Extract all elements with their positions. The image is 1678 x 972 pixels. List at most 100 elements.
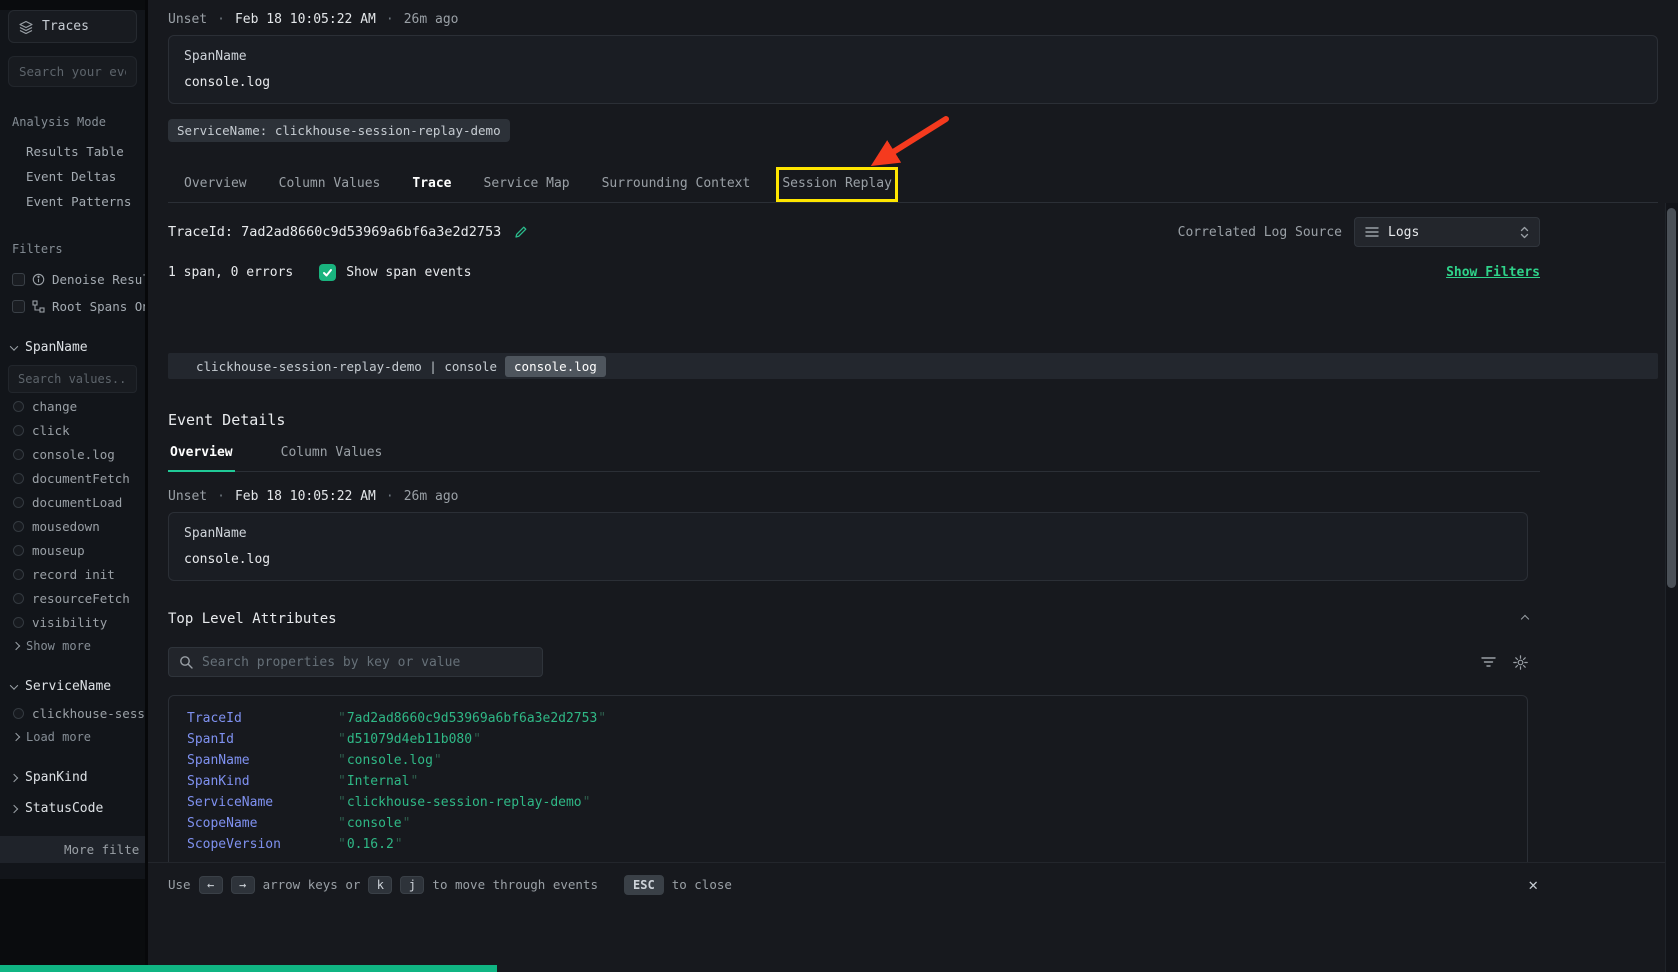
event-details-section: Unset · Feb 18 10:05:22 AM · 26m ago Spa… (168, 489, 1528, 870)
waterfall-span-chip[interactable]: console.log (505, 356, 606, 377)
checkbox[interactable] (13, 593, 24, 604)
source-selector-button[interactable]: Traces (8, 10, 137, 43)
facet-value[interactable]: record init (0, 563, 145, 585)
facet-statuscode-header[interactable]: StatusCode (0, 795, 145, 822)
event-side-panel: Unset · Feb 18 10:05:22 AM · 26m ago Spa… (148, 0, 1678, 972)
tab-ed-overview[interactable]: Overview (168, 437, 235, 472)
properties-search[interactable] (168, 647, 543, 677)
attribute-row[interactable]: SpanNameconsole.log (169, 750, 1527, 771)
analysis-mode-results-table[interactable]: Results Table (0, 139, 145, 164)
sidebar-panel: Traces Analysis Mode Results Table Event… (0, 10, 145, 879)
attribute-row[interactable]: ScopeVersion0.16.2 (169, 834, 1527, 855)
checkbox[interactable] (13, 617, 24, 628)
more-filters-button[interactable]: More filte (0, 836, 145, 863)
separator: · (386, 489, 394, 504)
tab-session-replay[interactable]: Session Replay (776, 167, 898, 202)
checkbox[interactable] (13, 521, 24, 532)
show-more-link[interactable]: Show more (0, 633, 145, 659)
span-name-card: SpanName console.log (168, 35, 1658, 104)
checkbox[interactable] (13, 425, 24, 436)
analysis-mode-event-deltas[interactable]: Event Deltas (0, 164, 145, 189)
facet-servicename-header[interactable]: ServiceName (0, 673, 145, 700)
facet-name: SpanKind (25, 770, 88, 785)
filter-lines-icon[interactable] (1481, 656, 1496, 668)
toggle-label: Root Spans Onl (52, 299, 145, 314)
tab-surrounding-context[interactable]: Surrounding Context (586, 167, 767, 202)
analysis-mode-event-patterns[interactable]: Event Patterns (0, 189, 145, 214)
span-count: 1 span, 0 errors (168, 265, 293, 280)
show-span-events-checkbox[interactable] (319, 264, 336, 281)
facet-value[interactable]: change (0, 395, 145, 417)
tab-overview[interactable]: Overview (168, 167, 263, 202)
attribute-row[interactable]: ScopeNameconsole (169, 813, 1527, 834)
load-more-link[interactable]: Load more (0, 724, 145, 750)
load-more-label: Load more (26, 730, 91, 744)
separator: · (217, 489, 225, 504)
facet-spankind-header[interactable]: SpanKind (0, 764, 145, 791)
facet-name: SpanName (25, 340, 88, 355)
facet-value[interactable]: resourceFetch (0, 587, 145, 609)
facet-value-label: console.log (32, 447, 115, 462)
attribute-row[interactable]: ServiceNameclickhouse-session-replay-dem… (169, 792, 1527, 813)
checkbox[interactable] (13, 401, 24, 412)
checkbox[interactable] (12, 273, 25, 286)
footer-hint-text: to close (672, 877, 732, 892)
collapse-chevron-icon[interactable] (1521, 615, 1529, 623)
logs-icon (1365, 226, 1379, 238)
facet-value[interactable]: documentFetch (0, 467, 145, 489)
facet-value[interactable]: visibility (0, 611, 145, 633)
scrollbar-thumb[interactable] (1667, 208, 1676, 588)
denoise-results-toggle[interactable]: Denoise Result (0, 266, 145, 293)
attribute-key: ScopeName (187, 816, 337, 831)
facet-value[interactable]: click (0, 419, 145, 441)
checkbox[interactable] (13, 449, 24, 460)
facet-value-label: click (32, 423, 70, 438)
root-spans-only-toggle[interactable]: Root Spans Onl (0, 293, 145, 320)
attribute-row[interactable]: SpanKindInternal (169, 771, 1527, 792)
trace-waterfall-row[interactable]: clickhouse-session-replay-demo | console… (168, 353, 1658, 379)
status-text: Unset (168, 489, 207, 504)
edit-icon[interactable] (514, 225, 528, 239)
facet-value[interactable]: mousedown (0, 515, 145, 537)
attribute-key: ServiceName (187, 795, 337, 810)
show-span-events-label: Show span events (346, 265, 471, 280)
checkbox[interactable] (13, 569, 24, 580)
tab-ed-column-values[interactable]: Column Values (279, 437, 385, 471)
scrollbar[interactable] (1665, 203, 1678, 972)
facet-value-label: record init (32, 567, 115, 582)
log-source-select[interactable]: Logs (1354, 217, 1540, 247)
properties-search-input[interactable] (202, 655, 532, 670)
traces-layers-icon (19, 20, 33, 34)
show-filters-link[interactable]: Show Filters (1446, 265, 1540, 280)
log-source-value: Logs (1388, 225, 1511, 240)
footer-hint-text: to move through events (432, 877, 598, 892)
trace-id-row: TraceId: 7ad2ad8660c9d53969a6bf6a3e2d275… (168, 224, 528, 240)
facet-value-search-input[interactable] (8, 365, 137, 393)
span-name-card: SpanName console.log (168, 512, 1528, 581)
checkbox[interactable] (13, 473, 24, 484)
facet-value[interactable]: mouseup (0, 539, 145, 561)
source-label: Traces (42, 19, 89, 34)
tab-service-map[interactable]: Service Map (468, 167, 586, 202)
facet-value[interactable]: console.log (0, 443, 145, 465)
event-search-input[interactable] (8, 56, 137, 87)
checkbox[interactable] (13, 708, 24, 719)
tab-trace[interactable]: Trace (396, 167, 467, 202)
footer-hint-text: Use (168, 877, 191, 892)
chevron-right-icon (12, 642, 20, 650)
service-name-chip[interactable]: ServiceName: clickhouse-session-replay-d… (168, 119, 510, 142)
settings-gear-icon[interactable] (1513, 655, 1528, 670)
checkbox[interactable] (12, 300, 25, 313)
attribute-row[interactable]: SpanIdd51079d4eb11b080 (169, 729, 1527, 750)
close-icon[interactable]: ✕ (1528, 875, 1538, 894)
checkbox[interactable] (13, 545, 24, 556)
facet-spanname-header[interactable]: SpanName (0, 334, 145, 361)
facet-name: StatusCode (25, 801, 103, 816)
facet-value[interactable]: documentLoad (0, 491, 145, 513)
attribute-value: Internal (337, 774, 419, 789)
checkbox[interactable] (13, 497, 24, 508)
facet-value[interactable]: clickhouse-sessi (0, 702, 145, 724)
attribute-row[interactable]: TraceId7ad2ad8660c9d53969a6bf6a3e2d2753 (169, 708, 1527, 729)
j-key: j (400, 876, 424, 894)
tab-column-values[interactable]: Column Values (263, 167, 397, 202)
